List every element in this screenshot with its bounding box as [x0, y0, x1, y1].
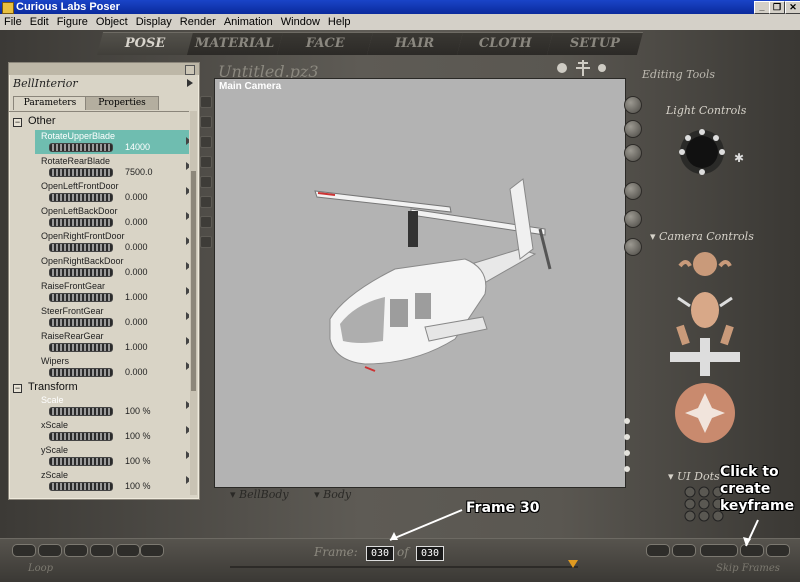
annotation-arrows	[389, 509, 759, 547]
